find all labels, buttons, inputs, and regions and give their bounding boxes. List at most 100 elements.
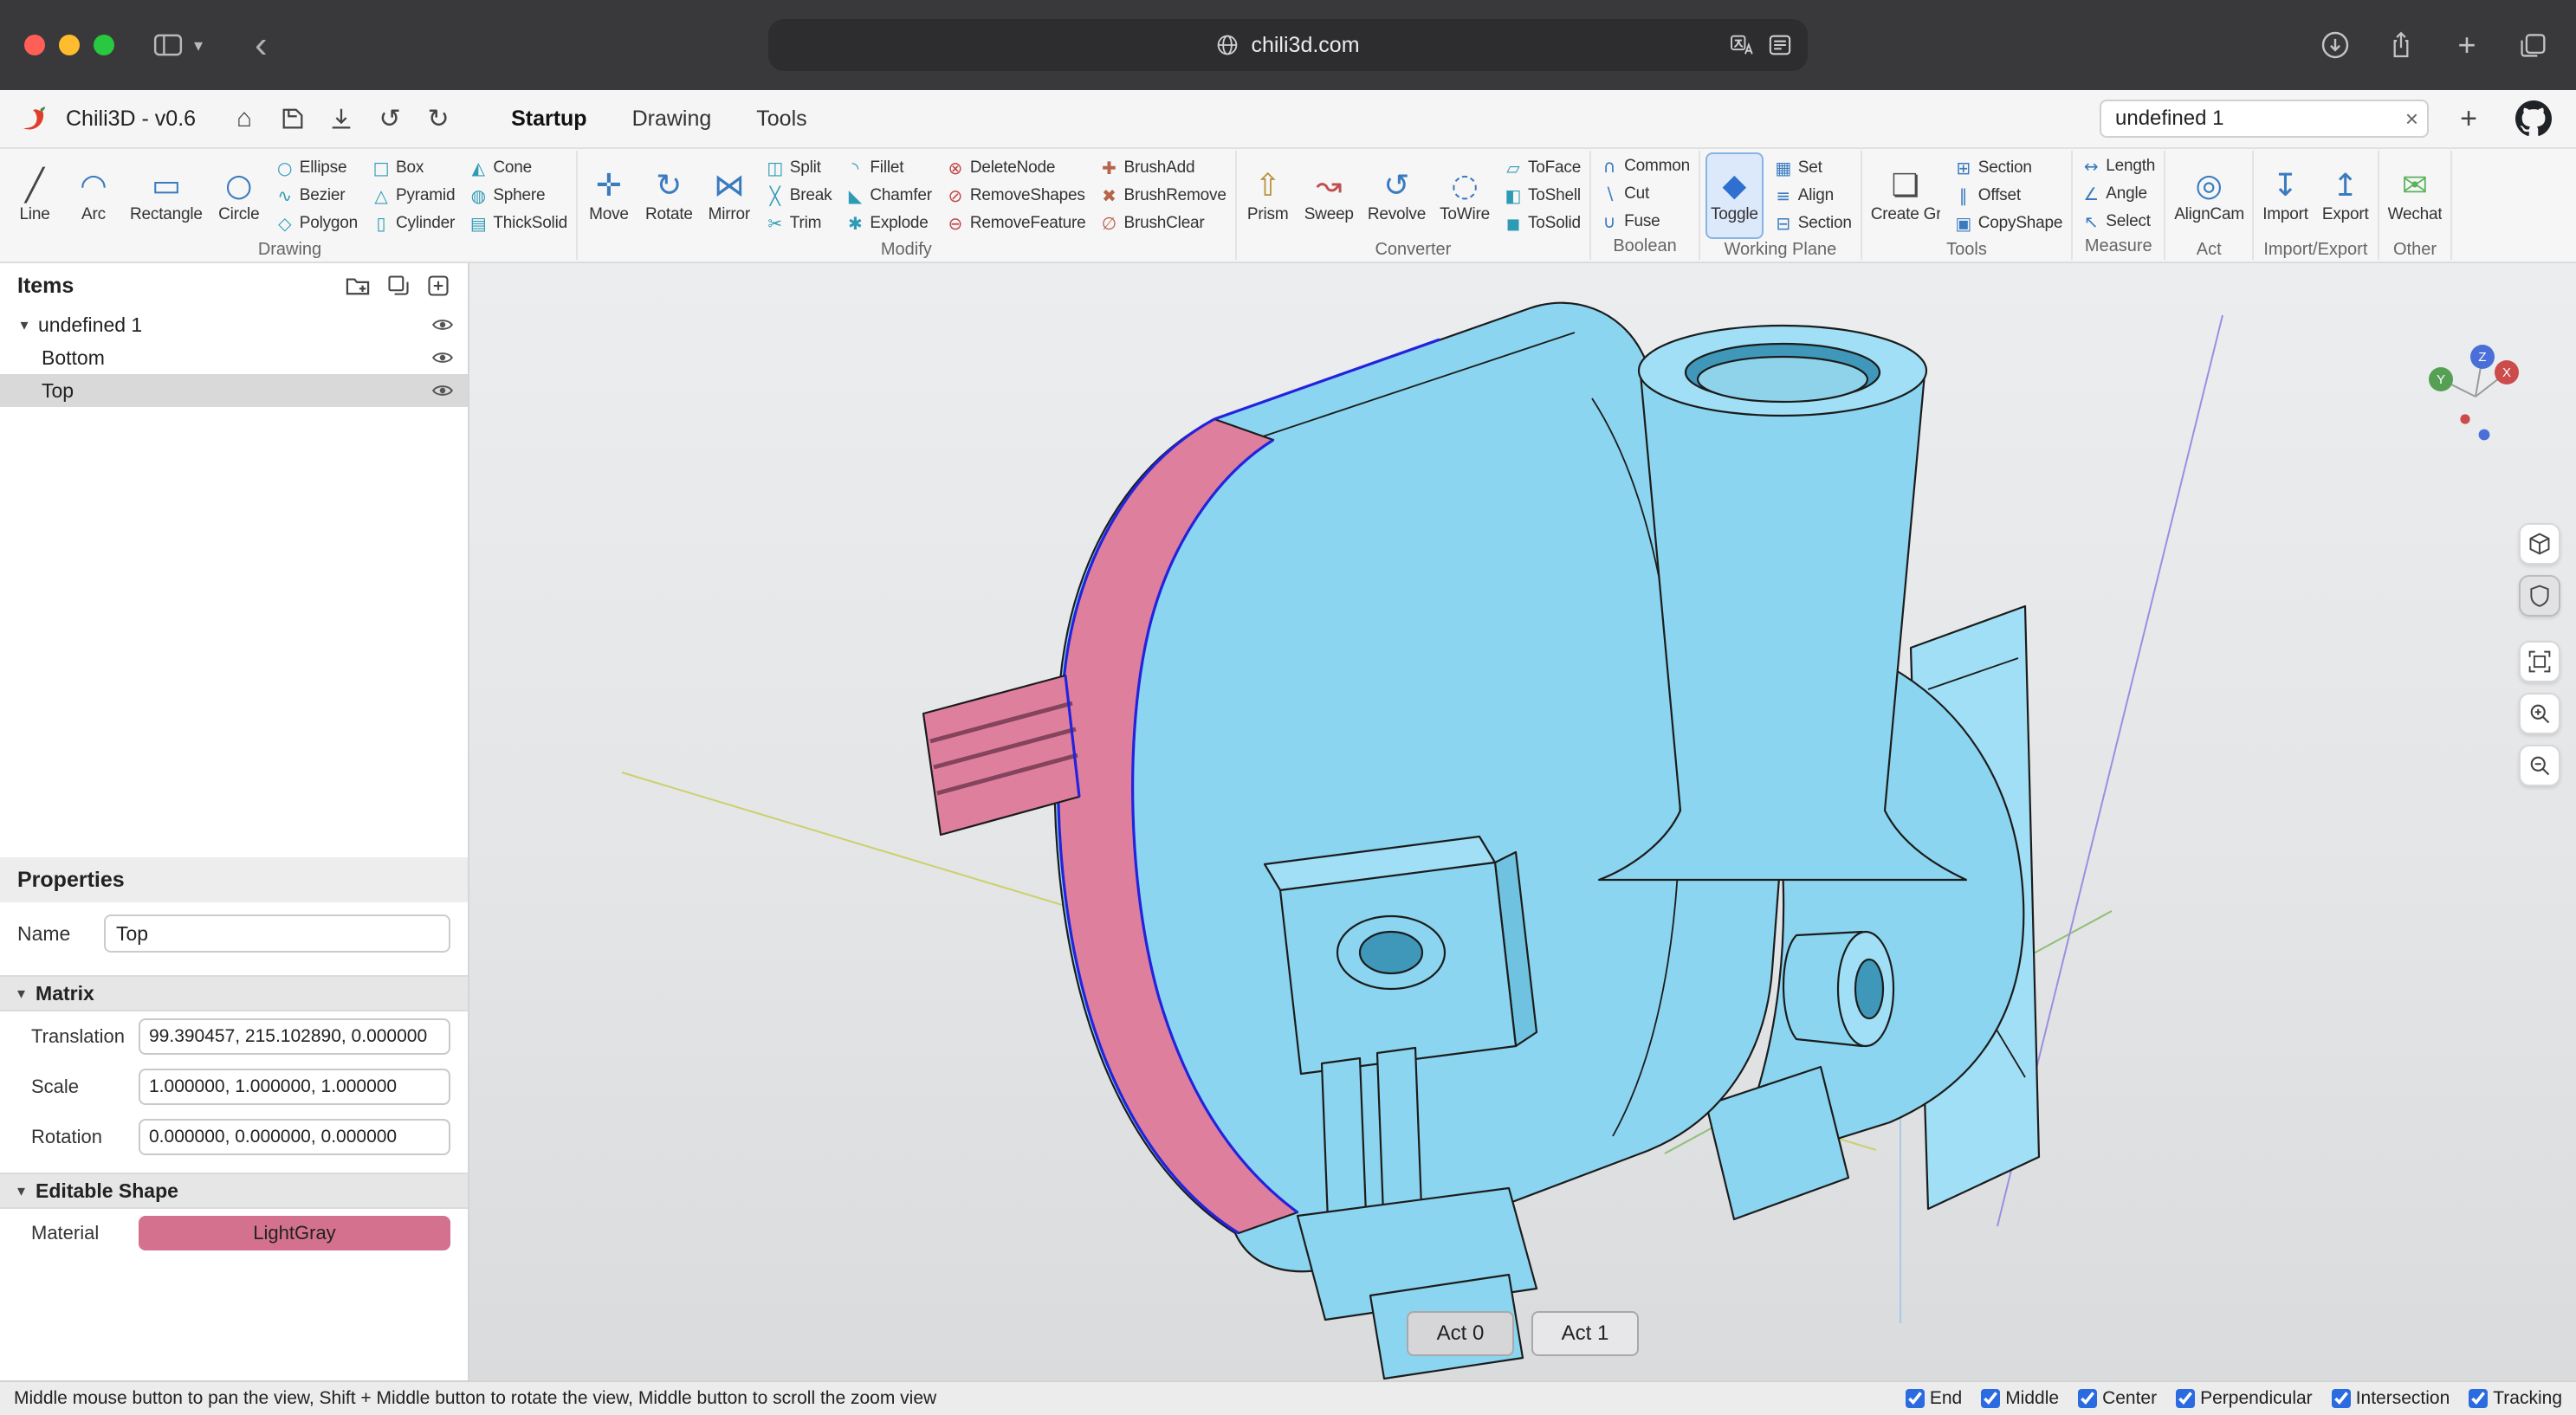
ribbon-sweep-button[interactable]: ↝Sweep xyxy=(1301,152,1357,239)
ribbon-revolve-button[interactable]: ↺Revolve xyxy=(1364,152,1429,239)
snap-perpendicular[interactable]: Perpendicular xyxy=(2176,1388,2313,1409)
ribbon-import-button[interactable]: ↧Import xyxy=(2259,152,2312,239)
snap-checkbox-end[interactable] xyxy=(1906,1389,1925,1408)
act-button-0[interactable]: Act 0 xyxy=(1407,1311,1514,1356)
undo-button[interactable]: ↺ xyxy=(369,98,411,139)
ribbon-length-button[interactable]: ↔Length xyxy=(2078,153,2159,179)
chevron-down-icon[interactable]: ▾ xyxy=(14,316,35,334)
ribbon-explode-button[interactable]: ✱Explode xyxy=(842,210,935,236)
shading-button[interactable] xyxy=(2519,575,2560,617)
address-bar[interactable]: chili3d.com xyxy=(768,19,1808,71)
view-cube-button[interactable] xyxy=(2519,523,2560,565)
zoom-out-button[interactable] xyxy=(2519,745,2560,786)
ribbon-brushadd-button[interactable]: ✚BrushAdd xyxy=(1097,155,1230,181)
traffic-close[interactable] xyxy=(24,35,45,55)
ribbon-common-button[interactable]: ∩Common xyxy=(1596,153,1693,179)
ribbon-cone-button[interactable]: ◭Cone xyxy=(465,155,571,181)
visibility-toggle[interactable] xyxy=(431,383,454,398)
axis-gizmo[interactable]: ZXY xyxy=(2429,345,2519,440)
ribbon-cut-button[interactable]: ∖Cut xyxy=(1596,181,1693,207)
snap-checkbox-perpendicular[interactable] xyxy=(2176,1389,2195,1408)
ribbon-bezier-button[interactable]: ∿Bezier xyxy=(272,183,361,209)
ribbon-break-button[interactable]: ╳Break xyxy=(762,183,836,209)
ribbon-sphere-button[interactable]: ◍Sphere xyxy=(465,183,571,209)
tree-item-undefined-1[interactable]: ▾undefined 1 xyxy=(0,308,468,341)
ribbon-align-button[interactable]: ≡Align xyxy=(1770,183,1855,209)
ribbon-move-button[interactable]: ✛Move xyxy=(583,152,635,239)
document-name-input[interactable] xyxy=(2100,100,2429,138)
ribbon-tosolid-button[interactable]: ◼ToSolid xyxy=(1500,210,1584,236)
ribbon-select-button[interactable]: ↖Select xyxy=(2078,209,2159,235)
zoom-fit-button[interactable] xyxy=(2519,641,2560,682)
ribbon-copyshape-button[interactable]: ▣CopyShape xyxy=(1951,210,2067,236)
ribbon-removeshapes-button[interactable]: ⊘RemoveShapes xyxy=(942,183,1090,209)
ribbon-toshell-button[interactable]: ◧ToShell xyxy=(1500,183,1584,209)
viewport-canvas[interactable]: ZXY xyxy=(469,263,2576,1380)
tab-drawing[interactable]: Drawing xyxy=(612,100,733,139)
ribbon-fuse-button[interactable]: ∪Fuse xyxy=(1596,209,1693,235)
name-input[interactable] xyxy=(104,914,450,953)
snap-checkbox-tracking[interactable] xyxy=(2469,1389,2488,1408)
ribbon-brushclear-button[interactable]: ∅BrushClear xyxy=(1097,210,1230,236)
ribbon-split-button[interactable]: ◫Split xyxy=(762,155,836,181)
snap-middle[interactable]: Middle xyxy=(1981,1388,2059,1409)
ribbon-trim-button[interactable]: ✂Trim xyxy=(762,210,836,236)
ribbon-prism-button[interactable]: ⇧Prism xyxy=(1242,152,1294,239)
back-button[interactable]: ‹ xyxy=(244,28,278,62)
new-group-button[interactable] xyxy=(386,274,411,298)
ribbon-circle-button[interactable]: ○Circle xyxy=(213,152,265,239)
snap-tracking[interactable]: Tracking xyxy=(2469,1388,2562,1409)
ribbon-toface-button[interactable]: ▱ToFace xyxy=(1500,155,1584,181)
ribbon-mirror-button[interactable]: ⋈Mirror xyxy=(703,152,755,239)
ribbon-rectangle-button[interactable]: ▭Rectangle xyxy=(126,152,206,239)
ribbon-deletenode-button[interactable]: ⊗DeleteNode xyxy=(942,155,1090,181)
section-header-editable-shape[interactable]: ▾Editable Shape xyxy=(0,1173,468,1209)
ribbon-box-button[interactable]: □Box xyxy=(368,155,458,181)
ribbon-thicksolid-button[interactable]: ▤ThickSolid xyxy=(465,210,571,236)
add-node-button[interactable] xyxy=(426,274,450,298)
ribbon-arc-button[interactable]: ◠Arc xyxy=(68,152,120,239)
tab-overview-button[interactable] xyxy=(2514,26,2552,64)
traffic-zoom[interactable] xyxy=(94,35,114,55)
tree-item-bottom[interactable]: Bottom xyxy=(0,341,468,374)
ribbon-line-button[interactable]: ╱Line xyxy=(9,152,61,239)
clear-document-name-button[interactable]: × xyxy=(2405,106,2418,132)
ribbon-removefeature-button[interactable]: ⊖RemoveFeature xyxy=(942,210,1090,236)
zoom-in-button[interactable] xyxy=(2519,693,2560,734)
ribbon-section-button[interactable]: ⊟Section xyxy=(1770,210,1855,236)
ribbon-export-button[interactable]: ↥Export xyxy=(2319,152,2372,239)
download-button[interactable] xyxy=(320,98,362,139)
snap-intersection[interactable]: Intersection xyxy=(2332,1388,2450,1409)
snap-end[interactable]: End xyxy=(1906,1388,1962,1409)
act-button-1[interactable]: Act 1 xyxy=(1531,1311,1639,1356)
ribbon-rotate-button[interactable]: ↻Rotate xyxy=(642,152,696,239)
share-button[interactable] xyxy=(2382,26,2420,64)
ribbon-create-group-button[interactable]: ❏Create Group xyxy=(1867,152,1944,239)
snap-center[interactable]: Center xyxy=(2078,1388,2157,1409)
sidebar-toggle-button[interactable] xyxy=(149,26,187,64)
ribbon-cylinder-button[interactable]: ▯Cylinder xyxy=(368,210,458,236)
github-link[interactable] xyxy=(2515,100,2552,137)
save-button[interactable] xyxy=(272,98,314,139)
add-document-button[interactable]: + xyxy=(2446,102,2491,136)
snap-checkbox-middle[interactable] xyxy=(1981,1389,2000,1408)
ribbon-polygon-button[interactable]: ◇Polygon xyxy=(272,210,361,236)
scale-input[interactable] xyxy=(139,1069,450,1105)
ribbon-toggle-button[interactable]: ◆Toggle xyxy=(1705,152,1764,239)
section-header-matrix[interactable]: ▾Matrix xyxy=(0,975,468,1011)
translation-input[interactable] xyxy=(139,1018,450,1055)
ribbon-offset-button[interactable]: ∥Offset xyxy=(1951,183,2067,209)
ribbon-aligncamera-button[interactable]: ◎AlignCamera xyxy=(2171,152,2247,239)
tab-startup[interactable]: Startup xyxy=(490,100,608,139)
new-folder-button[interactable] xyxy=(345,275,371,297)
ribbon-ellipse-button[interactable]: ○Ellipse xyxy=(272,155,361,181)
ribbon-fillet-button[interactable]: ◝Fillet xyxy=(842,155,935,181)
ribbon-brushremove-button[interactable]: ✖BrushRemove xyxy=(1097,183,1230,209)
visibility-toggle[interactable] xyxy=(431,350,454,365)
ribbon-section-button[interactable]: ⊞Section xyxy=(1951,155,2067,181)
chevron-down-icon[interactable]: ▾ xyxy=(194,35,203,56)
viewport[interactable]: ZXY Act 0 Act 1 xyxy=(469,263,2576,1380)
visibility-toggle[interactable] xyxy=(431,317,454,333)
ribbon-angle-button[interactable]: ∠Angle xyxy=(2078,181,2159,207)
ribbon-pyramid-button[interactable]: △Pyramid xyxy=(368,183,458,209)
